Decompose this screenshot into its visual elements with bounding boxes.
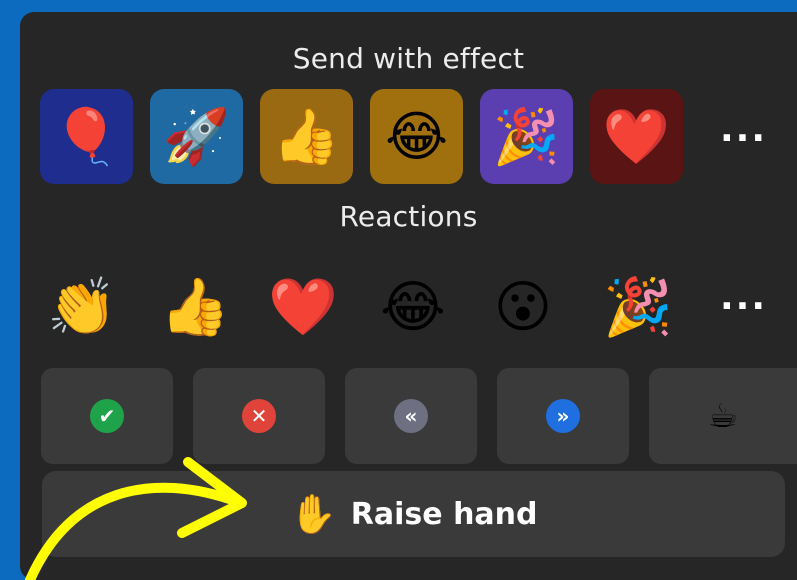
close-icon: ✕ — [242, 399, 276, 433]
slow-down-button[interactable]: « — [345, 368, 477, 464]
laughing-icon: 😂 — [384, 105, 449, 168]
rewind-icon: « — [394, 399, 428, 433]
reaction-thumbs-up-button[interactable]: 👍 — [155, 267, 235, 347]
rocket-icon: 🚀 — [162, 104, 231, 168]
yes-button[interactable]: ✔ — [41, 368, 173, 464]
more-effects-button[interactable]: ... — [720, 112, 767, 148]
effect-laughing-button[interactable]: 😂 — [370, 89, 463, 184]
party-popper-icon: 🎉 — [603, 275, 673, 340]
reaction-surprised-button[interactable]: 😮 — [483, 267, 563, 347]
heart-icon: ❤️ — [268, 275, 338, 340]
speed-up-button[interactable]: » — [497, 368, 629, 464]
heart-icon: ❤️ — [602, 104, 671, 168]
fast-forward-icon: » — [546, 399, 580, 433]
balloon-icon: 🎈 — [52, 104, 121, 168]
raise-hand-label: Raise hand — [350, 496, 538, 532]
party-popper-icon: 🎉 — [492, 104, 561, 168]
coffee-icon: ☕ — [707, 396, 739, 436]
effect-heart-button[interactable]: ❤️ — [590, 89, 683, 184]
thumbs-up-icon: 👍 — [272, 104, 341, 168]
reaction-party-button[interactable]: 🎉 — [598, 267, 678, 347]
send-with-effect-title: Send with effect — [292, 42, 525, 75]
laughing-icon: 😂 — [380, 274, 446, 340]
effect-balloon-button[interactable]: 🎈 — [40, 89, 133, 184]
reaction-laughing-button[interactable]: 😂 — [373, 267, 453, 347]
reaction-heart-button[interactable]: ❤️ — [263, 267, 343, 347]
reaction-clap-button[interactable]: 👏 — [42, 267, 122, 347]
more-reactions-button[interactable]: ... — [720, 280, 767, 316]
raised-hand-icon: ✋ — [289, 491, 337, 536]
effect-rocket-button[interactable]: 🚀 — [150, 89, 243, 184]
effect-party-button[interactable]: 🎉 — [480, 89, 573, 184]
check-icon: ✔ — [90, 399, 124, 433]
reactions-title: Reactions — [339, 200, 478, 233]
raise-hand-button[interactable]: ✋ Raise hand — [42, 471, 785, 557]
surprised-face-icon: 😮 — [493, 274, 553, 340]
effect-thumbs-up-button[interactable]: 👍 — [260, 89, 353, 184]
clapping-hands-icon: 👏 — [47, 275, 117, 340]
thumbs-up-icon: 👍 — [160, 275, 230, 340]
no-button[interactable]: ✕ — [193, 368, 325, 464]
coffee-break-button[interactable]: ☕ — [649, 368, 797, 464]
